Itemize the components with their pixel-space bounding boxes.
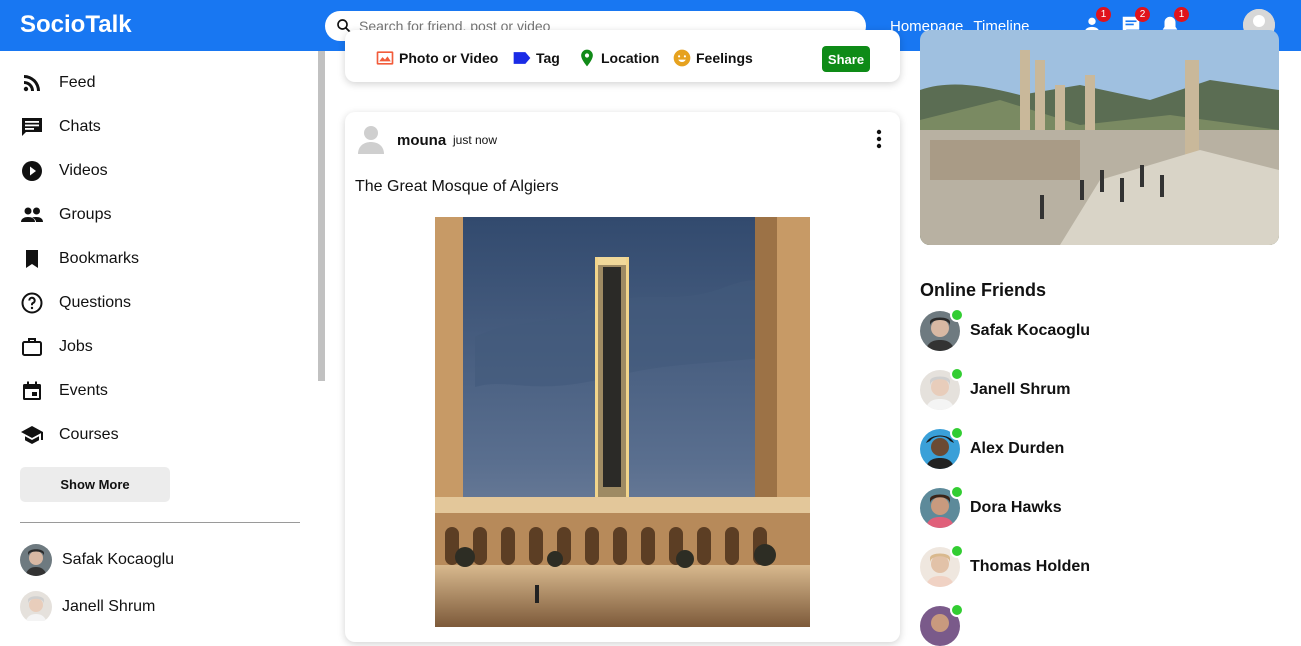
group-icon xyxy=(21,207,43,222)
online-status-dot xyxy=(950,485,964,499)
online-friends-title: Online Friends xyxy=(920,280,1047,300)
friend-name: Janell Shrum xyxy=(62,598,156,615)
sidebar-item-feed[interactable]: Feed xyxy=(20,69,95,97)
left-sidebar: Feed Chats Videos Groups Bookmarks Quest… xyxy=(0,51,320,621)
friend-requests-badge: 1 xyxy=(1096,7,1111,22)
post-card: mouna just now The Great Mosque of Algie… xyxy=(345,112,900,642)
share-option-location[interactable]: Location xyxy=(577,48,659,68)
chat-icon xyxy=(22,118,42,136)
tag-icon xyxy=(513,52,531,64)
sidebar-item-questions[interactable]: Questions xyxy=(20,289,131,317)
online-status-dot xyxy=(950,603,964,617)
messages-badge: 2 xyxy=(1135,7,1150,22)
friend-name: Safak Kocaoglu xyxy=(970,322,1091,339)
help-circle-icon xyxy=(21,292,43,314)
sidebar-item-label: Questions xyxy=(59,294,132,311)
sidebar-divider xyxy=(20,522,300,523)
avatar xyxy=(20,544,52,576)
share-option-label: Location xyxy=(601,50,660,66)
share-option-feelings[interactable]: Feelings xyxy=(672,48,753,68)
online-friend-item[interactable]: Safak Kocaoglu xyxy=(920,308,1091,351)
work-icon xyxy=(22,338,42,356)
online-friend-item[interactable] xyxy=(920,603,964,646)
show-more-button[interactable]: Show More xyxy=(20,467,170,502)
avatar xyxy=(20,591,52,621)
sidebar-item-label: Groups xyxy=(59,206,112,223)
post-image[interactable] xyxy=(435,217,810,627)
online-friend-item[interactable]: Janell Shrum xyxy=(920,367,1071,410)
share-box: Photo or Video Tag Location Feelings Sha… xyxy=(345,30,900,82)
friend-name: Dora Hawks xyxy=(970,499,1062,516)
sidebar-item-groups[interactable]: Groups xyxy=(20,201,111,229)
share-option-label: Tag xyxy=(536,50,560,66)
app-logo[interactable]: SocioTalk xyxy=(20,11,132,39)
share-option-photo[interactable]: Photo or Video xyxy=(375,48,498,68)
sidebar-item-courses[interactable]: Courses xyxy=(20,421,119,449)
sidebar-item-chats[interactable]: Chats xyxy=(20,113,101,141)
sidebar-item-label: Jobs xyxy=(59,338,93,355)
more-vert-icon[interactable] xyxy=(869,128,889,150)
share-option-label: Photo or Video xyxy=(399,50,499,66)
online-status-dot xyxy=(950,308,964,322)
sidebar-item-label: Courses xyxy=(59,426,119,443)
post-username[interactable]: mouna xyxy=(397,132,446,149)
event-icon xyxy=(23,381,41,400)
sidebar-friend-item[interactable]: Janell Shrum xyxy=(20,591,155,621)
ad-image[interactable] xyxy=(920,30,1279,245)
location-pin-icon xyxy=(581,49,593,67)
smiley-icon xyxy=(673,49,691,67)
online-friend-item[interactable]: Dora Hawks xyxy=(920,485,1062,528)
online-status-dot xyxy=(950,367,964,381)
sidebar-item-events[interactable]: Events xyxy=(20,377,108,405)
sidebar-friend-item[interactable]: Safak Kocaoglu xyxy=(20,544,174,576)
online-status-dot xyxy=(950,544,964,558)
sidebar-item-label: Bookmarks xyxy=(59,250,140,267)
online-friend-item[interactable]: Alex Durden xyxy=(920,426,1065,469)
share-option-tag[interactable]: Tag xyxy=(512,48,560,68)
friend-name: Thomas Holden xyxy=(970,558,1091,575)
online-status-dot xyxy=(950,426,964,440)
friend-name: Janell Shrum xyxy=(970,381,1071,398)
online-friend-item[interactable]: Thomas Holden xyxy=(920,544,1091,587)
school-icon xyxy=(21,426,43,444)
share-button[interactable]: Share xyxy=(822,46,870,72)
post-timestamp: just now xyxy=(453,133,498,147)
sidebar-item-jobs[interactable]: Jobs xyxy=(20,333,93,361)
play-circle-icon xyxy=(22,161,42,181)
photo-icon xyxy=(376,51,394,65)
sidebar-item-label: Chats xyxy=(59,118,101,135)
sidebar-item-label: Videos xyxy=(59,162,108,179)
rss-feed-icon xyxy=(23,75,40,92)
sidebar-item-bookmarks[interactable]: Bookmarks xyxy=(20,245,139,273)
friend-name: Alex Durden xyxy=(970,440,1065,457)
friend-name: Safak Kocaoglu xyxy=(62,551,175,568)
sidebar-scrollbar[interactable] xyxy=(318,51,325,381)
sidebar-item-label: Feed xyxy=(59,74,96,91)
default-avatar-icon[interactable] xyxy=(357,124,385,154)
post-text: The Great Mosque of Algiers xyxy=(355,178,559,195)
bookmark-icon xyxy=(26,250,38,268)
share-option-label: Feelings xyxy=(696,50,753,66)
sidebar-item-label: Events xyxy=(59,382,108,399)
sidebar-item-videos[interactable]: Videos xyxy=(20,157,108,185)
notifications-badge: 1 xyxy=(1174,7,1189,22)
